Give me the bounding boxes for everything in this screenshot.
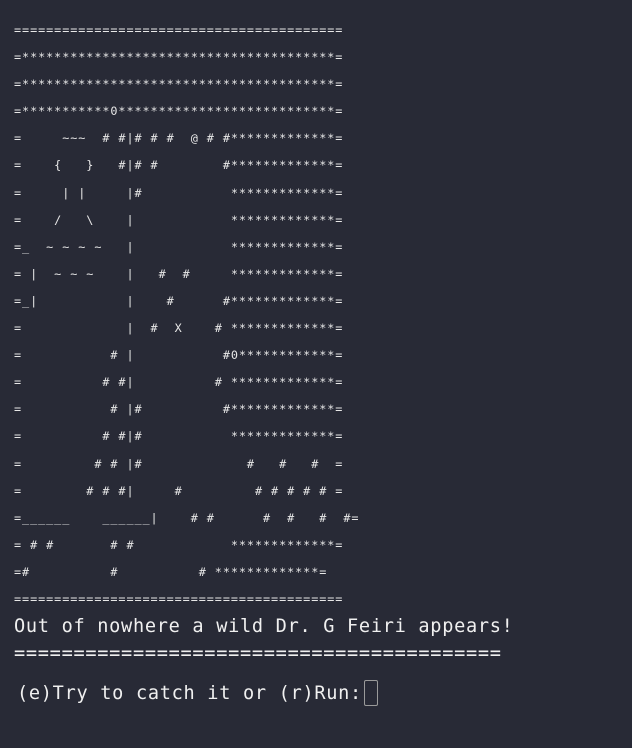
ascii-art-scene: ========================================…: [14, 17, 620, 613]
bottom-separator: ========================================…: [14, 643, 502, 665]
text-input-cursor[interactable]: [363, 680, 378, 707]
ascii-art-line: ========================================…: [14, 591, 344, 606]
ascii-art-line: = # #| # *************=: [14, 375, 344, 390]
ascii-art-line: = | # X # *************=: [14, 321, 344, 336]
ascii-art-line: =_ ~ ~ ~ ~ | *************=: [14, 239, 344, 254]
ascii-art-line: =# # # *************=: [14, 564, 328, 579]
ascii-art-line: = { } #|# # #*************=: [14, 158, 344, 173]
ascii-art-line: =***********0***************************…: [14, 104, 344, 119]
ascii-art-line: = # # |# # # # =: [14, 456, 344, 471]
ascii-art-line: =______ ______| # # # # # #=: [14, 510, 360, 525]
ascii-art-line: =***************************************…: [14, 50, 344, 65]
ascii-art-line: = | ~ ~ ~ | # # *************=: [14, 266, 344, 281]
ascii-art-line: = # |# #*************=: [14, 402, 344, 417]
ascii-art-line: = # # #| # # # # # # =: [14, 483, 344, 498]
ascii-art-line: = # # # # *************=: [14, 537, 344, 552]
ascii-art-line: = / \ | *************=: [14, 212, 344, 227]
ascii-art-line: = ~~~ # #|# # # @ # #*************=: [14, 131, 344, 146]
ascii-art-line: = # #|# *************=: [14, 429, 344, 444]
encounter-message: Out of nowhere a wild Dr. G Feiri appear…: [14, 616, 514, 638]
prompt-label: (e)Try to catch it or (r)Run:: [17, 682, 362, 704]
ascii-art-line: ========================================…: [14, 23, 344, 37]
command-prompt: (e)Try to catch it or (r)Run:: [17, 679, 620, 707]
terminal-window: ========================================…: [14, 17, 620, 707]
ascii-art-line: =***************************************…: [14, 77, 344, 92]
ascii-art-line: =_| | # #*************=: [14, 293, 344, 308]
ascii-art-line: = | | |# *************=: [14, 185, 344, 200]
ascii-art-line: = # | #0************=: [14, 348, 344, 363]
